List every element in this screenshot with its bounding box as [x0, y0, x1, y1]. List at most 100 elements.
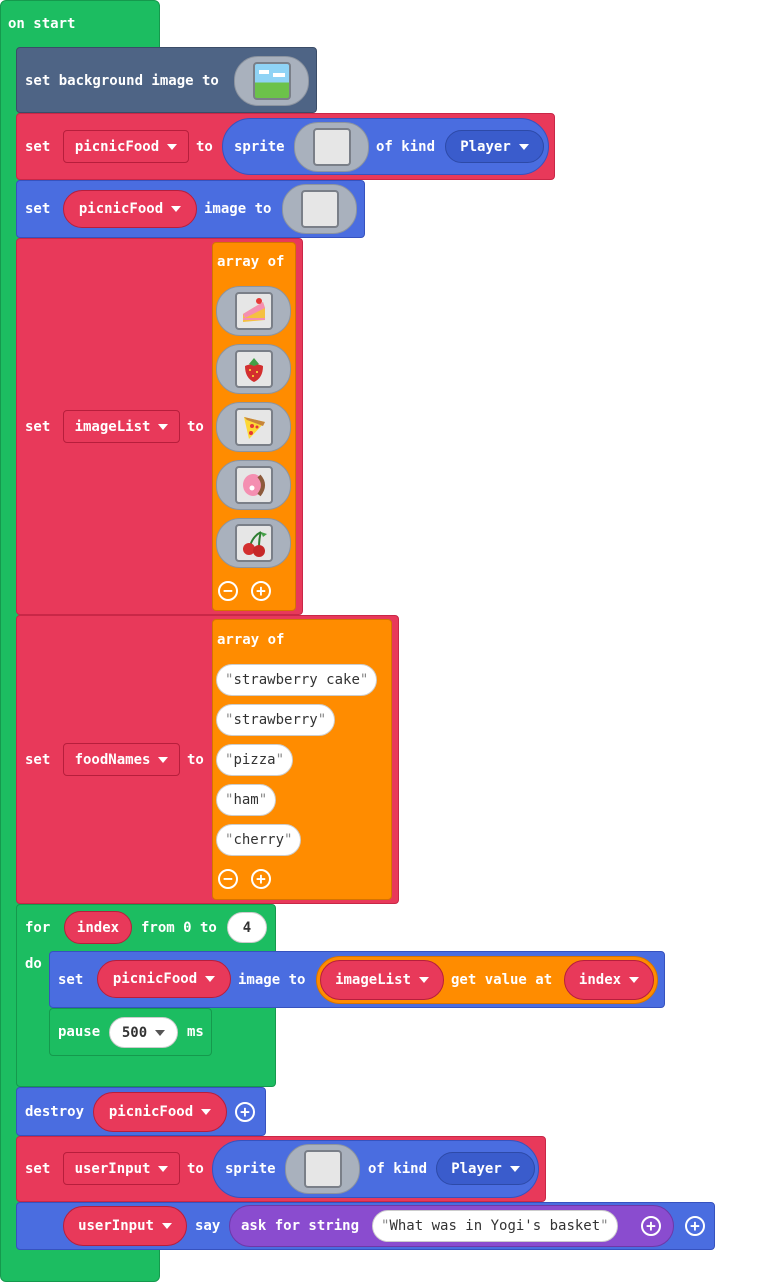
picnicfood-variable-dropdown[interactable]: picnicFood	[97, 960, 231, 998]
chevron-down-icon	[518, 143, 529, 150]
image-array-item[interactable]	[216, 286, 291, 336]
say-label: say	[195, 1218, 221, 1234]
sprite-label: sprite	[225, 1161, 276, 1177]
expand-button[interactable]: +	[235, 1102, 255, 1122]
pause-label: pause	[58, 1024, 101, 1040]
remove-item-button[interactable]: −	[218, 581, 238, 601]
sprite-image-slot[interactable]	[285, 1144, 360, 1194]
for-label: for	[25, 920, 51, 936]
duration-value: 500	[121, 1024, 148, 1041]
imagelist-variable-dropdown[interactable]: imageList	[63, 410, 180, 443]
image-array-item[interactable]	[216, 402, 291, 452]
ms-label: ms	[187, 1024, 204, 1040]
imagelist-variable-dropdown[interactable]: imageList	[320, 960, 444, 1000]
food-name-item[interactable]: " strawberry cake "	[216, 664, 378, 696]
chevron-down-icon	[205, 976, 216, 982]
variable-name: userInput	[74, 1160, 151, 1177]
loop-end-input[interactable]: 4	[227, 912, 267, 943]
ham-icon	[242, 474, 265, 497]
to-label: to	[196, 139, 213, 155]
array-of-label: array of	[217, 632, 285, 648]
get-value-at-label: get value at	[451, 972, 553, 988]
kind-dropdown[interactable]: Player	[436, 1152, 535, 1185]
set-label: set	[25, 1161, 51, 1177]
strawberry-icon	[244, 358, 263, 382]
landscape-image-icon	[258, 70, 285, 77]
picnicfood-variable-dropdown[interactable]: picnicFood	[63, 190, 197, 228]
item-text: strawberry	[233, 712, 318, 728]
variable-name: foodNames	[74, 751, 151, 768]
chevron-down-icon	[171, 206, 182, 212]
set-background-label: set background image to	[25, 73, 219, 89]
expand-ask-button[interactable]: +	[641, 1216, 661, 1236]
image-array-item[interactable]	[216, 518, 291, 568]
item-text: strawberry cake	[233, 672, 360, 688]
variable-name: picnicFood	[74, 138, 160, 155]
set-label: set	[25, 419, 51, 435]
on-start-label: on start	[8, 16, 76, 32]
set-label: set	[58, 972, 84, 988]
to-label: to	[187, 419, 204, 435]
index-variable[interactable]: index	[64, 911, 132, 944]
prompt-text: What was in Yogi's basket	[389, 1218, 601, 1234]
image-slot[interactable]	[282, 184, 357, 234]
variable-name: imageList	[74, 418, 151, 435]
of-kind-label: of kind	[376, 139, 436, 155]
sprite-image-slot[interactable]	[294, 122, 369, 172]
variable-name: index	[76, 919, 120, 936]
to-label: to	[187, 1161, 204, 1177]
variable-name: imageList	[335, 972, 411, 988]
variable-name: index	[578, 972, 622, 988]
chevron-down-icon	[161, 1223, 172, 1229]
food-name-item[interactable]: " cherry "	[216, 824, 302, 856]
chevron-down-icon	[155, 1029, 166, 1036]
variable-name: picnicFood	[108, 1104, 194, 1120]
item-text: ham	[233, 792, 259, 808]
food-name-item[interactable]: " strawberry "	[216, 704, 336, 736]
to-label: to	[187, 752, 204, 768]
pause-duration-dropdown[interactable]: 500	[109, 1017, 178, 1048]
image-array-item[interactable]	[216, 344, 291, 394]
background-image-slot[interactable]	[234, 56, 309, 106]
chevron-down-icon	[158, 423, 169, 430]
sprite-label: sprite	[234, 139, 285, 155]
userinput-variable-dropdown[interactable]: userInput	[63, 1152, 180, 1185]
picnicfood-variable-dropdown[interactable]: picnicFood	[63, 130, 189, 163]
index-variable-dropdown[interactable]: index	[564, 960, 654, 1000]
chevron-down-icon	[158, 1165, 169, 1172]
chevron-down-icon	[167, 143, 178, 150]
of-kind-label: of kind	[368, 1161, 428, 1177]
add-item-button[interactable]: +	[251, 869, 271, 889]
chevron-down-icon	[418, 977, 429, 983]
expand-say-button[interactable]: +	[685, 1216, 705, 1236]
from-to-label: from 0 to	[141, 920, 217, 936]
do-label: do	[25, 956, 42, 972]
kind-dropdown[interactable]: Player	[445, 130, 544, 163]
userinput-variable-dropdown[interactable]: userInput	[63, 1206, 187, 1246]
chevron-down-icon	[629, 977, 640, 983]
food-name-item[interactable]: " pizza "	[216, 744, 294, 776]
image-array-item[interactable]	[216, 460, 291, 510]
food-name-item[interactable]: " ham "	[216, 784, 277, 816]
remove-item-button[interactable]: −	[218, 869, 238, 889]
kind-name: Player	[460, 138, 511, 155]
variable-name: userInput	[78, 1218, 154, 1234]
set-label: set	[25, 752, 51, 768]
image-to-label: image to	[238, 972, 306, 988]
image-to-label: image to	[204, 201, 272, 217]
prompt-text-input[interactable]: " What was in Yogi's basket "	[372, 1210, 618, 1242]
add-item-button[interactable]: +	[251, 581, 271, 601]
variable-name: picnicFood	[112, 971, 198, 987]
foodnames-variable-dropdown[interactable]: foodNames	[63, 743, 180, 776]
set-label: set	[25, 139, 51, 155]
ask-for-string-label: ask for string	[241, 1218, 360, 1234]
chevron-down-icon	[158, 756, 169, 763]
chevron-down-icon	[509, 1165, 520, 1172]
kind-name: Player	[451, 1160, 502, 1177]
set-label: set	[25, 201, 51, 217]
variable-name: picnicFood	[78, 201, 164, 217]
item-text: cherry	[233, 832, 285, 848]
strawberry-cake-icon	[242, 298, 265, 322]
picnicfood-variable-dropdown[interactable]: picnicFood	[93, 1092, 227, 1132]
array-of-label: array of	[217, 254, 285, 270]
